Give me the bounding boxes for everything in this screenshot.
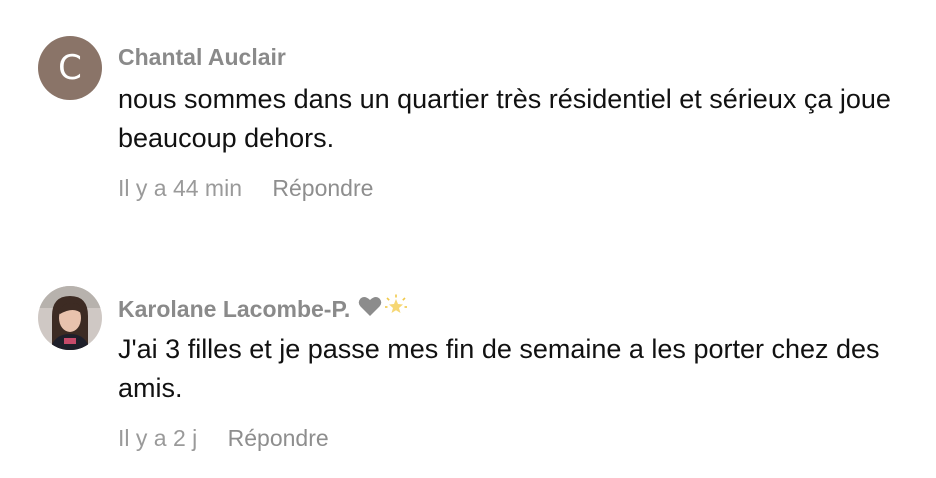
avatar-letter: C [58, 48, 82, 88]
reply-button[interactable]: Répondre [272, 175, 373, 201]
comment-timestamp: Il y a 44 min [118, 175, 242, 201]
comment-meta: Il y a 2 j Répondre [118, 425, 329, 452]
author-name: Chantal Auclair [118, 44, 286, 70]
avatar[interactable] [38, 286, 102, 350]
comment-meta: Il y a 44 min Répondre [118, 175, 373, 202]
sparkle-star-icon [384, 294, 408, 324]
comment-author[interactable]: Chantal Auclair [118, 44, 286, 71]
profile-photo-icon [38, 286, 102, 350]
grey-heart-icon [358, 295, 382, 323]
comment-author[interactable]: Karolane Lacombe-P. [118, 294, 408, 324]
comment-timestamp: Il y a 2 j [118, 425, 198, 451]
author-name: Karolane Lacombe-P. [118, 295, 351, 322]
avatar[interactable]: C [38, 36, 102, 100]
reply-button[interactable]: Répondre [228, 425, 329, 451]
comment-text: nous sommes dans un quartier très réside… [118, 84, 891, 153]
comment-text: J'ai 3 filles et je passe mes fin de sem… [118, 334, 880, 403]
